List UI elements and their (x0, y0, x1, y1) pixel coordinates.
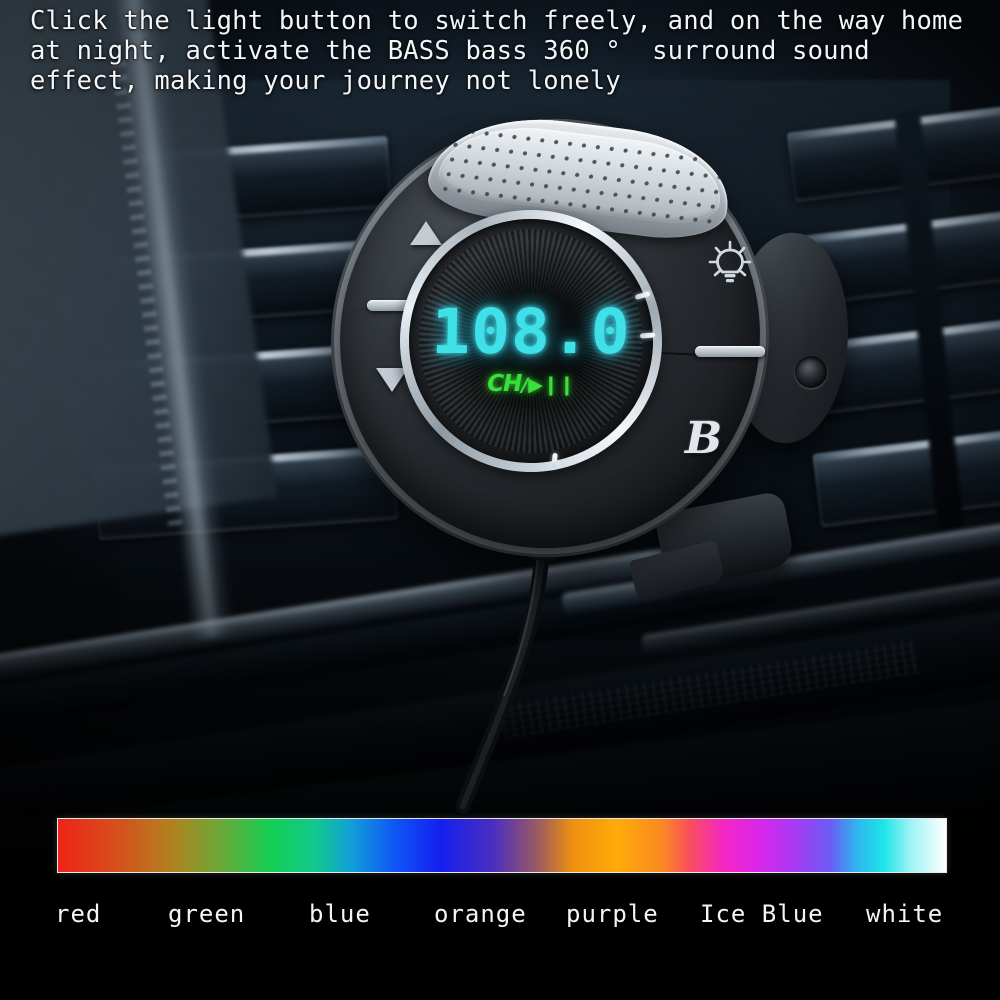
product-image-canvas: Click the light button to switch freely,… (0, 0, 1000, 1000)
dial-assembly: 108.0 CH/▶❙❙ (364, 174, 698, 508)
color-label-white: white (866, 900, 944, 928)
headline-text: Click the light button to switch freely,… (30, 6, 979, 96)
channel-indicator: CH/▶❙❙ (409, 371, 653, 397)
color-label-row: red green blue orange purple Ice Blue white (0, 900, 1000, 940)
fm-transmitter-device: B 108.0 CH/▶❙❙ (334, 106, 848, 603)
color-label-blue: blue (309, 900, 371, 928)
light-bulb-icon (708, 240, 752, 283)
channel-label: CH (487, 371, 522, 397)
bass-button[interactable]: B (685, 413, 722, 464)
light-button[interactable] (706, 240, 752, 286)
color-label-red: red (55, 900, 102, 928)
color-label-green: green (168, 900, 246, 928)
aux-port[interactable] (795, 356, 827, 388)
color-label-orange: orange (434, 900, 527, 928)
dial-face: 108.0 CH/▶❙❙ (409, 219, 653, 463)
dial-bezel[interactable]: 108.0 CH/▶❙❙ (400, 210, 662, 472)
play-pause-icon: /▶❙❙ (521, 374, 575, 396)
frequency-readout: 108.0 (430, 295, 632, 368)
color-label-ice-blue: Ice Blue (700, 900, 824, 928)
color-mode-section: red green blue orange purple Ice Blue white (0, 800, 1000, 1000)
color-gradient-bar (57, 818, 947, 873)
volume-up-button[interactable] (695, 346, 765, 357)
bezel-tick (639, 332, 656, 339)
color-label-purple: purple (566, 900, 659, 928)
